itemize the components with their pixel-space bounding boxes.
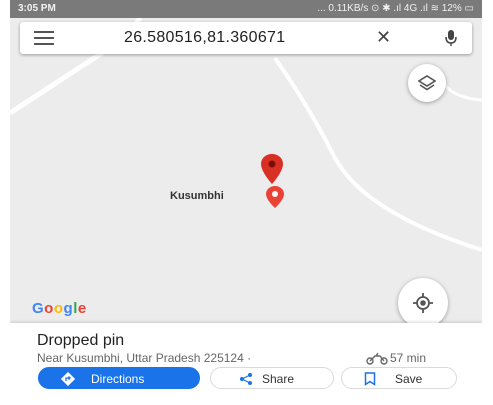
phone-screen: 3:05 PM ... 0.11KB/s ⊙ ✱ .ıl 4G .ıl ≋ 12…: [10, 0, 482, 405]
place-label[interactable]: Kusumbhi: [170, 190, 224, 202]
place-marker-icon[interactable]: [265, 185, 285, 209]
directions-icon: [61, 372, 75, 386]
share-label: Share: [262, 372, 295, 386]
search-bar[interactable]: 26.580516,81.360671 ✕: [20, 22, 472, 54]
menu-icon[interactable]: [34, 31, 54, 45]
bookmark-icon: [364, 372, 376, 386]
place-title: Dropped pin: [37, 332, 125, 349]
status-indicators: ... 0.11KB/s ⊙ ✱ .ıl 4G .ıl ≋ 12% ▭: [317, 3, 474, 14]
directions-label: Directions: [91, 372, 145, 386]
layers-icon: [418, 75, 436, 91]
share-icon: [240, 373, 252, 385]
place-card[interactable]: Dropped pin Near Kusumbhi, Uttar Pradesh…: [10, 323, 482, 405]
my-location-icon: [413, 293, 433, 313]
search-query[interactable]: 26.580516,81.360671: [124, 29, 285, 47]
layers-button[interactable]: [408, 64, 446, 102]
save-label: Save: [395, 372, 423, 386]
dropped-pin-icon[interactable]: [260, 153, 284, 185]
travel-time: 57 min: [390, 351, 427, 365]
place-address: Near Kusumbhi, Uttar Pradesh 225124 ·: [37, 351, 252, 365]
mic-icon[interactable]: [444, 29, 458, 47]
save-button[interactable]: Save: [341, 367, 457, 389]
motorcycle-icon: [366, 352, 388, 365]
share-button[interactable]: Share: [210, 367, 334, 389]
my-location-button[interactable]: [398, 278, 448, 328]
directions-button[interactable]: Directions: [38, 367, 200, 389]
status-time: 3:05 PM: [18, 3, 56, 14]
status-bar: 3:05 PM ... 0.11KB/s ⊙ ✱ .ıl 4G .ıl ≋ 12…: [10, 0, 482, 18]
google-logo: Google: [32, 300, 87, 317]
close-icon[interactable]: ✕: [376, 27, 391, 48]
